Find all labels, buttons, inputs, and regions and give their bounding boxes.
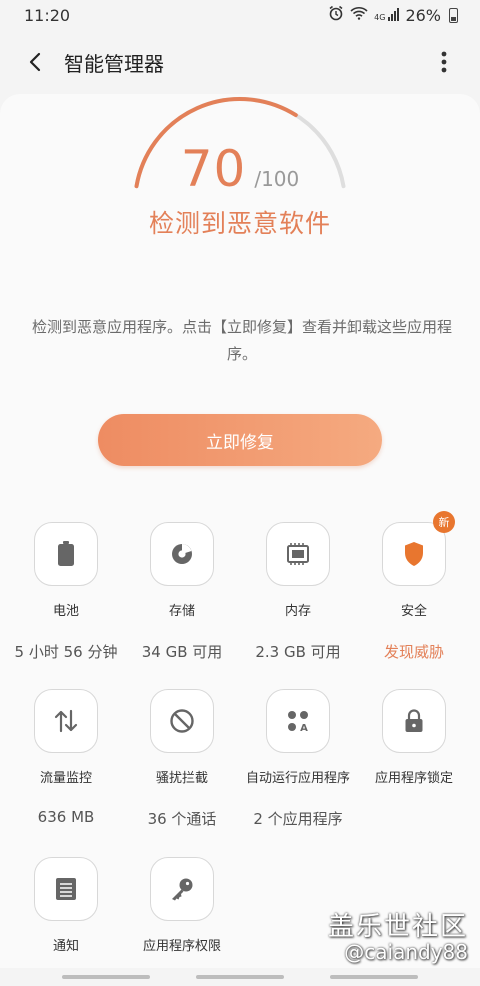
more-options-icon[interactable] — [426, 44, 462, 80]
tile-value: 2 个应用程序 — [253, 810, 343, 828]
malware-description: 检测到恶意应用程序。点击【立即修复】查看并卸载这些应用程序。 — [31, 318, 452, 363]
score-display: 70 /100 — [0, 140, 480, 198]
app-bar: 智能管理器 — [0, 36, 480, 88]
tile-label: 流量监控 — [39, 771, 92, 786]
page-title: 智能管理器 — [64, 51, 164, 76]
tile-label: 应用程序权限 — [142, 939, 221, 954]
tile-value: 发现威胁 — [383, 643, 444, 661]
tile-value: 2.3 GB 可用 — [255, 643, 341, 661]
notification-icon — [34, 857, 98, 921]
fix-now-button[interactable]: 立即修复 — [98, 414, 382, 466]
tile-security[interactable]: 新 安全 发现威胁 — [356, 511, 472, 662]
tile-storage[interactable]: 存储 34 GB 可用 — [124, 522, 240, 662]
network-type-label: 4G — [374, 13, 386, 22]
tile-battery[interactable]: 电池 5 小时 56 分钟 — [8, 522, 124, 662]
tile-auto-run-apps[interactable]: A 自动运行应用程序 2 个应用程序 — [240, 689, 356, 829]
tile-label: 安全 — [400, 604, 427, 619]
storage-pie-icon — [150, 522, 214, 586]
tile-call-blocking[interactable]: 骚扰拦截 36 个通话 — [124, 689, 240, 829]
tile-app-lock[interactable]: 应用程序锁定 — [356, 689, 472, 786]
tile-data-usage[interactable]: 流量监控 636 MB — [8, 689, 124, 826]
tile-app-permissions[interactable]: 应用程序权限 — [124, 857, 240, 954]
alarm-icon — [328, 5, 344, 25]
lock-icon — [382, 689, 446, 753]
tile-label: 骚扰拦截 — [155, 771, 208, 786]
new-badge: 新 — [433, 511, 455, 533]
nav-back-handle[interactable] — [330, 975, 418, 979]
battery-status-icon — [449, 7, 458, 23]
score-value: 70 — [180, 140, 247, 198]
auto-run-apps-icon: A — [266, 689, 330, 753]
nav-home-handle[interactable] — [196, 975, 284, 979]
data-transfer-icon — [34, 689, 98, 753]
tile-label: 通知 — [52, 939, 79, 954]
tile-memory[interactable]: 内存 2.3 GB 可用 — [240, 522, 356, 662]
watermark-handle: @caiandy88 — [344, 940, 468, 964]
score-max: /100 — [254, 167, 300, 191]
tile-label: 内存 — [284, 604, 311, 619]
svg-text:A: A — [300, 723, 308, 733]
tile-value: 34 GB 可用 — [141, 643, 223, 661]
status-time: 11:20 — [24, 5, 71, 25]
key-icon — [150, 857, 214, 921]
tile-notifications[interactable]: 通知 — [8, 857, 124, 954]
tile-value: 636 MB — [37, 808, 95, 826]
memory-chip-icon — [266, 522, 330, 586]
shield-icon: 新 — [382, 511, 455, 586]
status-bar: 11:20 4G 26% — [0, 0, 480, 30]
tile-value: 5 小时 56 分钟 — [14, 643, 118, 661]
battery-icon — [34, 522, 98, 586]
watermark-title: 盖乐世社区 — [327, 912, 468, 942]
tile-label: 自动运行应用程序 — [245, 771, 350, 786]
tile-label: 应用程序锁定 — [374, 771, 453, 786]
back-arrow-icon[interactable] — [18, 44, 54, 80]
tile-label: 电池 — [52, 604, 79, 619]
block-icon — [150, 689, 214, 753]
tile-value: 36 个通话 — [147, 810, 217, 828]
wifi-icon — [350, 6, 368, 24]
nav-recents-handle[interactable] — [62, 975, 150, 979]
malware-headline: 检测到恶意软件 — [148, 209, 331, 238]
navigation-bar — [0, 968, 480, 986]
battery-percent: 26% — [405, 5, 441, 25]
status-icons: 4G 26% — [328, 5, 458, 25]
tile-label: 存储 — [168, 604, 195, 619]
signal-icon: 4G — [374, 8, 400, 22]
